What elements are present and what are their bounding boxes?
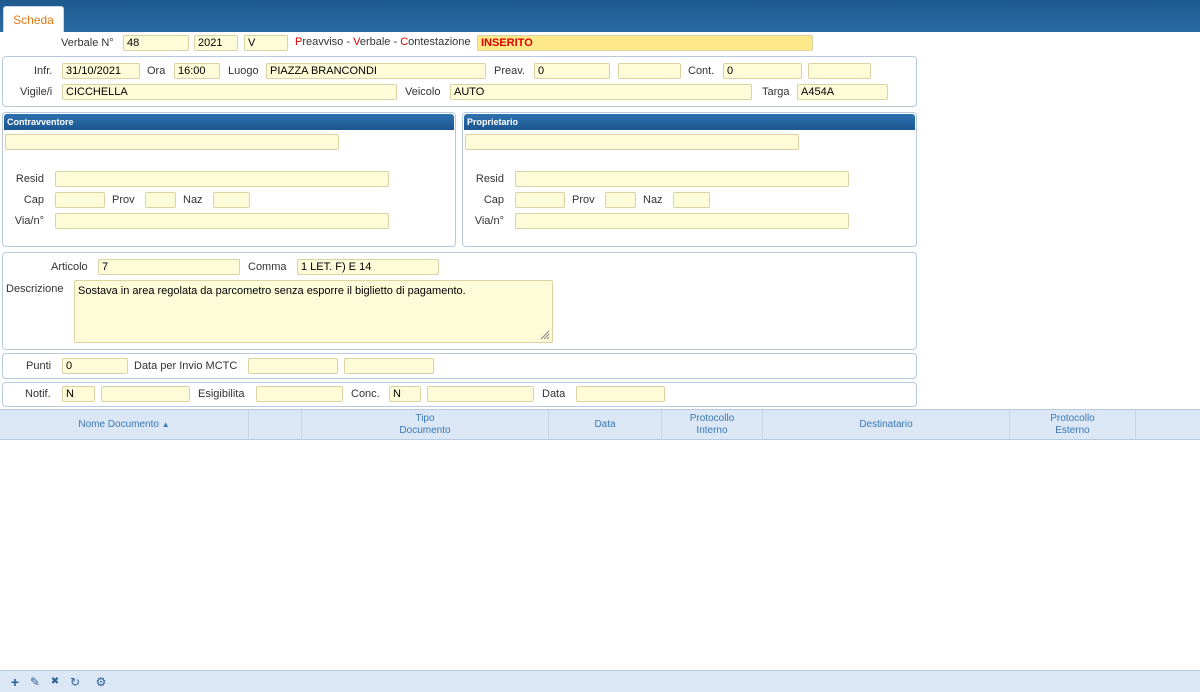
- contravventore-cap-field[interactable]: [55, 192, 105, 208]
- col-nome-documento-label: Nome Documento: [78, 419, 159, 430]
- infr-date-field[interactable]: 31/10/2021: [62, 63, 140, 79]
- preavviso-verbale-contestazione-label: Preavviso - Verbale - Contestazione: [295, 36, 471, 48]
- proprietario-via-field[interactable]: [515, 213, 849, 229]
- col-prot-int-line1: Protocollo: [689, 413, 735, 424]
- verbale-anno-field[interactable]: 2021: [194, 35, 238, 51]
- veicolo-field[interactable]: AUTO: [450, 84, 752, 100]
- col-prot-int-line2: Interno: [696, 425, 728, 436]
- tab-scheda[interactable]: Scheda: [3, 6, 64, 32]
- verbale-label: Verbale N°: [61, 37, 114, 49]
- proprietario-nome-field[interactable]: [465, 134, 799, 150]
- col-prot-est-line1: Protocollo: [1050, 413, 1095, 424]
- proprietario-cap-label: Cap: [483, 194, 504, 206]
- cont-label: Cont.: [688, 65, 715, 77]
- contravventore-cap-label: Cap: [23, 194, 44, 206]
- col-protocollo-interno[interactable]: Protocollo Interno: [662, 410, 763, 440]
- conc-label: Conc.: [351, 388, 380, 400]
- conc-field[interactable]: N: [389, 386, 421, 402]
- proprietario-resid-label: Resid: [475, 173, 504, 185]
- mctc-label: Data per Invio MCTC: [134, 360, 238, 372]
- contravventore-via-label: Via/n°: [14, 215, 44, 227]
- grid-toolbar: + ✎ ✖ ↻ ⚙: [0, 670, 1200, 692]
- col-tipo-line2: Documento: [399, 425, 451, 436]
- contravventore-resid-label: Resid: [15, 173, 44, 185]
- targa-label: Targa: [762, 86, 790, 98]
- settings-icon[interactable]: ⚙: [94, 675, 108, 689]
- notif-label: Notif.: [25, 388, 51, 400]
- col-nome-documento[interactable]: Nome Documento ▲: [0, 410, 249, 440]
- sort-icon[interactable]: ▲: [162, 419, 170, 431]
- preav-field[interactable]: 0: [534, 63, 610, 79]
- col-protocollo-esterno[interactable]: Protocollo Esterno: [1010, 410, 1136, 440]
- punti-label: Punti: [26, 360, 52, 372]
- data-label: Data: [542, 388, 566, 400]
- proprietario-via-label: Via/n°: [474, 215, 504, 227]
- resize-grip-icon[interactable]: [540, 330, 550, 340]
- proprietario-prov-field[interactable]: [605, 192, 636, 208]
- preav-label: Preav.: [494, 65, 525, 77]
- contravventore-via-field[interactable]: [55, 213, 389, 229]
- luogo-field[interactable]: PIAZZA BRANCONDI: [266, 63, 486, 79]
- luogo-label: Luogo: [228, 65, 259, 77]
- descrizione-label: Descrizione: [6, 283, 64, 295]
- verbale-numero-field[interactable]: 48: [123, 35, 189, 51]
- contravventore-prov-field[interactable]: [145, 192, 176, 208]
- veicolo-label: Veicolo: [405, 86, 441, 98]
- col-destinatario[interactable]: Destinatario: [763, 410, 1010, 440]
- punti-field[interactable]: 0: [62, 358, 128, 374]
- refresh-icon[interactable]: ↻: [68, 675, 82, 689]
- add-icon[interactable]: +: [8, 675, 22, 689]
- proprietario-header: Proprietario: [464, 114, 915, 130]
- mctc-field-2[interactable]: [344, 358, 434, 374]
- col-destinatario-label: Destinatario: [859, 419, 913, 430]
- contravventore-naz-label: Naz: [183, 194, 203, 206]
- ora-field[interactable]: 16:00: [174, 63, 220, 79]
- proprietario-resid-field[interactable]: [515, 171, 849, 187]
- descrizione-textarea[interactable]: Sostava in area regolata da parcometro s…: [74, 280, 553, 343]
- cont-extra-field[interactable]: [808, 63, 871, 79]
- vigile-label: Vigile/i: [20, 86, 53, 98]
- esigibilita-field[interactable]: [256, 386, 343, 402]
- proprietario-naz-field[interactable]: [673, 192, 710, 208]
- data-field[interactable]: [576, 386, 665, 402]
- col-blank[interactable]: [249, 410, 302, 440]
- articolo-field[interactable]: 7: [98, 259, 240, 275]
- cont-field[interactable]: 0: [723, 63, 802, 79]
- targa-field[interactable]: A454A: [797, 84, 888, 100]
- contravventore-naz-field[interactable]: [213, 192, 250, 208]
- proprietario-cap-field[interactable]: [515, 192, 565, 208]
- contravventore-header: Contravventore: [4, 114, 454, 130]
- articolo-label: Articolo: [51, 261, 88, 273]
- ora-label: Ora: [147, 65, 166, 77]
- contravventore-prov-label: Prov: [112, 194, 135, 206]
- status-field: INSERITO: [477, 35, 813, 51]
- contravventore-nome-field[interactable]: [5, 134, 339, 150]
- contravventore-resid-field[interactable]: [55, 171, 389, 187]
- delete-icon[interactable]: ✖: [48, 675, 62, 689]
- vigile-field[interactable]: CICCHELLA: [62, 84, 397, 100]
- esigibilita-label: Esigibilita: [198, 388, 245, 400]
- proprietario-prov-label: Prov: [572, 194, 595, 206]
- comma-field[interactable]: 1 LET. F) E 14: [297, 259, 439, 275]
- proprietario-naz-label: Naz: [643, 194, 663, 206]
- verbale-tipo-field[interactable]: V: [244, 35, 288, 51]
- top-bar: [0, 0, 1200, 32]
- col-tipo-line1: Tipo: [415, 413, 435, 424]
- comma-label: Comma: [248, 261, 287, 273]
- mctc-field-1[interactable]: [248, 358, 338, 374]
- documents-grid: Nome Documento ▲ Tipo Documento Data Pro…: [0, 409, 1200, 692]
- col-data-label: Data: [594, 419, 616, 430]
- conc-extra-field[interactable]: [427, 386, 534, 402]
- notif-field[interactable]: N: [62, 386, 95, 402]
- col-data[interactable]: Data: [549, 410, 662, 440]
- notif-extra-field[interactable]: [101, 386, 190, 402]
- edit-icon[interactable]: ✎: [28, 675, 42, 689]
- grid-header: Nome Documento ▲ Tipo Documento Data Pro…: [0, 410, 1200, 440]
- infr-label: Infr.: [34, 65, 53, 77]
- col-tipo-documento[interactable]: Tipo Documento: [302, 410, 549, 440]
- preav-extra-field[interactable]: [618, 63, 681, 79]
- col-prot-est-line2: Esterno: [1055, 425, 1090, 436]
